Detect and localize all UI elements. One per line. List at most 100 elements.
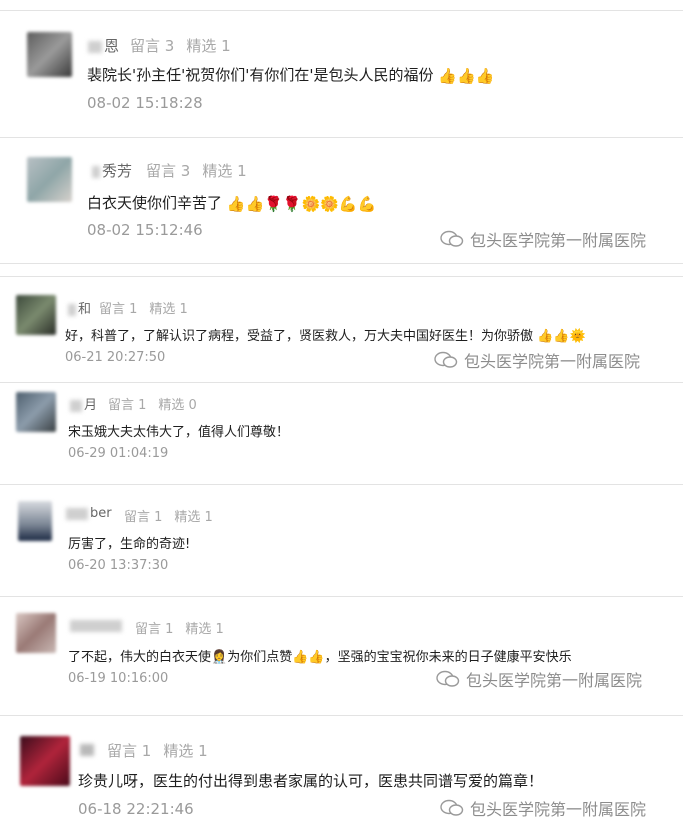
message-count: 留言 1 (108, 398, 147, 413)
comment-time: 06-29 01:04:19 (68, 446, 169, 461)
wechat-icon (440, 799, 464, 816)
comment-time: 06-21 20:27:50 (65, 350, 166, 365)
comment-time: 08-02 15:12:46 (87, 221, 203, 239)
featured-count: 精选 0 (158, 398, 197, 413)
comment-stats: 留言 3 精选 1 (146, 160, 259, 181)
avatar[interactable] (16, 295, 56, 335)
nickname-text: 秀芳 (102, 162, 133, 180)
avatar[interactable] (18, 501, 52, 541)
watermark: 包头医学院第一附属医院 (434, 348, 640, 372)
comment-text: 好，科普了，了解认识了病程，受益了，贤医救人，万大夫中国好医生！为你骄傲 👍👍🌞 (65, 325, 586, 344)
nickname-text: 月 (84, 398, 98, 413)
featured-count: 精选 1 (174, 510, 213, 525)
comment-time: 06-20 13:37:30 (68, 558, 169, 573)
watermark-text: 包头医学院第一附属医院 (466, 671, 643, 690)
message-count: 留言 1 (124, 510, 163, 525)
avatar[interactable] (27, 157, 72, 202)
watermark-text: 包头医学院第一附属医院 (470, 231, 647, 250)
comment-stats: 留言 1 精选 1 (107, 740, 220, 761)
thumbs-up-icon: 👍 (245, 194, 265, 213)
comment-text: 了不起，伟大的白衣天使👩‍⚕️为你们点赞👍👍，坚强的宝宝祝你未来的日子健康平安快… (68, 646, 572, 665)
wechat-icon (440, 230, 464, 247)
comment-stats: 留言 1 精选 1 (135, 618, 236, 637)
avatar[interactable] (16, 613, 56, 653)
commenter-name[interactable]: 恩 (88, 35, 119, 56)
commenter-name[interactable]: 和 (68, 298, 91, 317)
muscle-icon: 💪 (338, 194, 358, 213)
avatar[interactable] (20, 736, 70, 786)
divider (0, 10, 683, 11)
commenter-name[interactable]: 秀芳 (92, 160, 132, 181)
comment-text: 白衣天使你们辛苦了 👍👍🌹🌹🌼🌼💪💪 (87, 192, 376, 213)
message-count: 留言 1 (135, 622, 174, 637)
comment-text: 厉害了，生命的奇迹! (68, 533, 190, 552)
flower-icon: 🌼 (320, 194, 339, 213)
watermark: 包头医学院第一附属医院 (436, 667, 642, 691)
watermark-text: 包头医学院第一附属医院 (470, 800, 647, 819)
featured-count: 精选 1 (186, 37, 231, 55)
nurse-icon: 👩‍⚕️ (211, 650, 228, 665)
commenter-name[interactable] (80, 740, 96, 758)
divider (0, 596, 683, 597)
message-count: 留言 3 (130, 37, 175, 55)
comment-stats: 留言 3 精选 1 (130, 35, 243, 56)
comment-time: 06-19 10:16:00 (68, 671, 169, 686)
comment-body: ，坚强的宝宝祝你未来的日子健康平安快乐 (324, 650, 572, 665)
thumbs-up-icon: 👍 (438, 66, 457, 85)
divider (0, 382, 683, 383)
wechat-icon (436, 670, 460, 687)
comment-text: 珍贵儿呀，医生的付出得到患者家属的认可，医患共同谱写爱的篇章！ (78, 770, 543, 791)
comment-time: 08-02 15:18:28 (87, 94, 203, 112)
watermark-text: 包头医学院第一附属医院 (464, 352, 641, 371)
comment-stats: 留言 1 精选 0 (108, 394, 209, 413)
rose-icon: 🌹 (282, 194, 302, 213)
message-count: 留言 3 (146, 162, 191, 180)
comment-body: 白衣天使你们辛苦了 (87, 194, 223, 212)
avatar[interactable] (27, 32, 72, 77)
thumbs-up-icon: 👍 (553, 329, 570, 344)
thumbs-up-icon: 👍 (292, 650, 309, 665)
commenter-name[interactable]: ber (66, 506, 112, 521)
thumbs-up-icon: 👍 (308, 650, 325, 665)
featured-count: 精选 1 (163, 742, 208, 760)
comment-body: 了不起，伟大的白衣天使 (68, 650, 212, 665)
avatar[interactable] (16, 392, 56, 432)
wechat-icon (434, 351, 458, 368)
thumbs-up-icon: 👍 (226, 194, 246, 213)
message-count: 留言 1 (107, 742, 152, 760)
comment-body: 厉害了，生命的奇迹! (68, 537, 191, 552)
nickname-text: 和 (78, 302, 92, 317)
featured-count: 精选 1 (185, 622, 224, 637)
divider (0, 715, 683, 716)
thumbs-up-icon: 👍 (537, 329, 554, 344)
rose-icon: 🌹 (264, 194, 283, 213)
muscle-icon: 💪 (357, 194, 377, 213)
nickname-text: 恩 (104, 37, 120, 55)
comment-body: 为你们点赞 (227, 650, 293, 665)
commenter-name[interactable]: 月 (70, 394, 97, 413)
thumbs-up-icon: 👍 (475, 66, 495, 85)
nickname-text: ber (90, 506, 112, 521)
divider (0, 276, 683, 277)
divider (0, 263, 683, 264)
comment-body: 裴院长'孙主任'祝贺你们'有你们在'是包头人民的福份 (87, 66, 434, 84)
sun-icon: 🌞 (569, 329, 586, 344)
divider (0, 484, 683, 485)
thumbs-up-icon: 👍 (456, 66, 476, 85)
featured-count: 精选 1 (202, 162, 247, 180)
watermark: 包头医学院第一附属医院 (440, 796, 646, 820)
comment-text: 裴院长'孙主任'祝贺你们'有你们在'是包头人民的福份 👍👍👍 (87, 64, 494, 85)
watermark: 包头医学院第一附属医院 (440, 227, 646, 251)
comment-body: 好，科普了，了解认识了病程，受益了，贤医救人，万大夫中国好医生！为你骄傲 (65, 329, 534, 344)
comment-text: 宋玉娥大夫太伟大了，值得人们尊敬！ (68, 421, 289, 440)
featured-count: 精选 1 (149, 302, 188, 317)
divider (0, 137, 683, 138)
comment-body: 宋玉娥大夫太伟大了，值得人们尊敬！ (68, 425, 290, 440)
comment-stats: 留言 1 精选 1 (124, 506, 225, 525)
comment-body: 珍贵儿呀，医生的付出得到患者家属的认可，医患共同谱写爱的篇章！ (78, 772, 544, 790)
message-count: 留言 1 (99, 302, 138, 317)
commenter-name[interactable] (70, 618, 124, 633)
comment-time: 06-18 22:21:46 (78, 800, 194, 818)
comment-stats: 留言 1 精选 1 (99, 298, 200, 317)
flower-icon: 🌼 (301, 194, 321, 213)
